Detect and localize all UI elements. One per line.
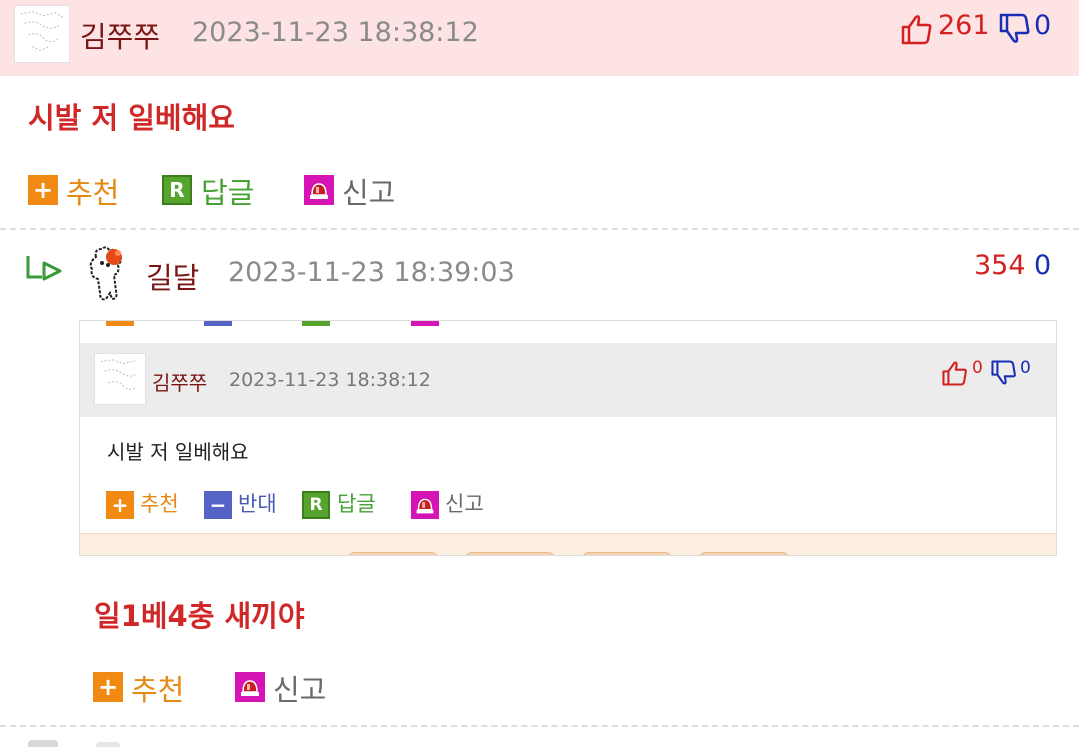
reply-button[interactable]: 답글 [201, 170, 254, 212]
next-comment-peek [28, 740, 58, 747]
downvote-count: 0 [1034, 250, 1052, 281]
avatar-sketch-icon [100, 359, 138, 391]
plus-icon [106, 321, 134, 326]
minus-icon [204, 321, 232, 326]
footer-button[interactable] [465, 552, 555, 555]
avatar[interactable] [14, 5, 70, 63]
quoted-timestamp: 2023-11-23 18:38:12 [229, 369, 431, 391]
comment-timestamp: 2023-11-23 18:38:12 [192, 17, 479, 48]
upvote-count: 354 [974, 250, 1026, 281]
reply-button[interactable]: 답글 [337, 488, 376, 518]
footer-button[interactable] [582, 552, 672, 555]
upvote-count: 261 [938, 10, 990, 41]
quoted-comment-header [80, 343, 1056, 417]
report-button[interactable]: 신고 [273, 667, 326, 709]
comment-body: 일1베4충 새끼야 [94, 599, 305, 633]
reply-arrow-icon [24, 253, 64, 287]
quoted-footer [80, 533, 1056, 555]
comment-divider [0, 228, 1079, 230]
thumbs-down-icon[interactable] [998, 12, 1032, 46]
quoted-body: 시발 저 일베해요 [107, 440, 249, 464]
recommend-button[interactable]: 추천 [131, 667, 184, 709]
minus-icon[interactable]: − [204, 491, 232, 519]
quoted-comment: 김쭈쭈 2023-11-23 18:38:12 0 0 시발 저 일베해요 + … [79, 320, 1057, 556]
reply-r-icon[interactable]: R [162, 175, 192, 205]
comment-body: 시발 저 일베해요 [28, 101, 235, 135]
comment-nickname[interactable]: 김쭈쭈 [80, 14, 160, 56]
footer-button[interactable] [699, 552, 789, 555]
siren-icon[interactable] [304, 175, 334, 205]
comment-nickname[interactable]: 길달 [146, 255, 199, 297]
reply-r-icon [302, 321, 330, 326]
report-button[interactable]: 신고 [342, 170, 395, 212]
oppose-button[interactable]: 반대 [238, 488, 277, 518]
quoted-nickname[interactable]: 김쭈쭈 [152, 367, 207, 396]
siren-icon[interactable] [235, 672, 265, 702]
avatar[interactable] [94, 353, 146, 405]
downvote-count: 0 [1020, 358, 1031, 378]
thumbs-up-icon[interactable] [941, 359, 969, 387]
upvote-count: 0 [972, 358, 983, 378]
plus-icon[interactable]: + [28, 175, 58, 205]
avatar[interactable] [84, 243, 132, 305]
avatar-sketch-icon [20, 11, 64, 51]
siren-icon [411, 321, 439, 326]
plus-icon[interactable]: + [106, 491, 134, 519]
next-comment-peek [96, 742, 120, 747]
recommend-button[interactable]: 추천 [66, 170, 119, 212]
thumbs-down-icon[interactable] [990, 359, 1018, 387]
report-button[interactable]: 신고 [445, 488, 484, 518]
comment-divider [0, 725, 1079, 727]
downvote-count: 0 [1034, 10, 1052, 41]
comment-timestamp: 2023-11-23 18:39:03 [228, 257, 515, 288]
plus-icon[interactable]: + [93, 672, 123, 702]
reply-r-icon[interactable]: R [302, 491, 330, 519]
avatar-mascot-icon [89, 246, 122, 301]
thumbs-up-icon[interactable] [900, 12, 934, 46]
footer-button[interactable] [348, 552, 438, 555]
recommend-button[interactable]: 추천 [140, 488, 179, 518]
siren-icon[interactable] [411, 491, 439, 519]
